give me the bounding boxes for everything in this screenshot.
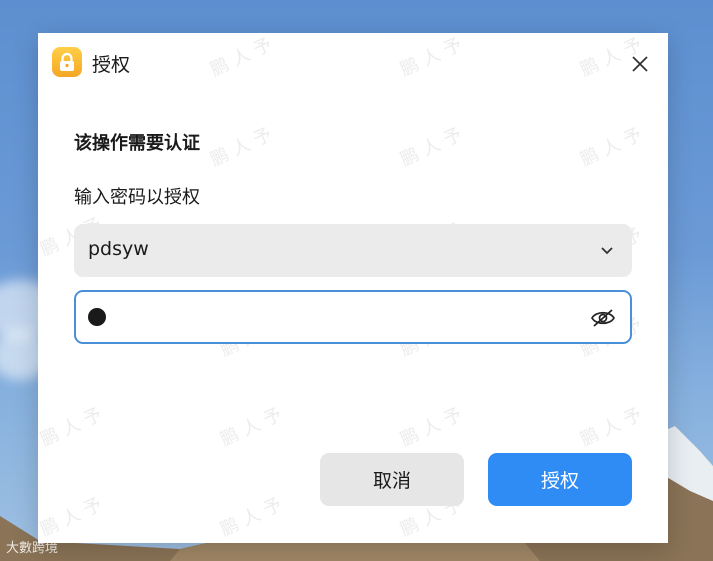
dialog-title: 授权 bbox=[92, 54, 131, 76]
watermark-text: 鹏 人 予 bbox=[577, 124, 646, 171]
user-dropdown-value: pdsyw bbox=[88, 238, 149, 260]
cancel-button[interactable]: 取消 bbox=[320, 453, 464, 506]
watermark-text: 鹏 人 予 bbox=[207, 124, 276, 171]
watermark-text: 鹏 人 予 bbox=[397, 124, 466, 171]
watermark-text: 鹏 人 予 bbox=[38, 494, 106, 541]
watermark-text: 鹏 人 予 bbox=[217, 494, 286, 541]
auth-heading: 该操作需要认证 bbox=[74, 133, 200, 154]
user-dropdown[interactable]: pdsyw bbox=[74, 224, 632, 277]
lock-icon bbox=[52, 47, 82, 77]
watermark-text: 鹏 人 予 bbox=[397, 404, 466, 451]
auth-prompt: 输入密码以授权 bbox=[74, 187, 200, 208]
auth-dialog: 鹏 人 予 鹏 人 予 鹏 人 予 鹏 人 予 鹏 人 予 鹏 人 予 鹏 人 … bbox=[38, 33, 668, 543]
chevron-down-icon bbox=[601, 247, 613, 255]
watermark-text: 鹏 人 予 bbox=[577, 404, 646, 451]
watermark-text: 鹏 人 予 bbox=[217, 404, 286, 451]
eye-off-icon bbox=[591, 309, 615, 327]
password-field[interactable] bbox=[74, 290, 632, 344]
watermark-text: 鹏 人 予 bbox=[38, 404, 106, 451]
close-icon bbox=[632, 56, 648, 72]
authorize-button[interactable]: 授权 bbox=[488, 453, 632, 506]
visibility-toggle[interactable] bbox=[590, 305, 616, 331]
close-button[interactable] bbox=[626, 50, 654, 78]
dialog-titlebar: 授权 bbox=[38, 33, 668, 93]
password-mask-dot bbox=[88, 308, 106, 326]
